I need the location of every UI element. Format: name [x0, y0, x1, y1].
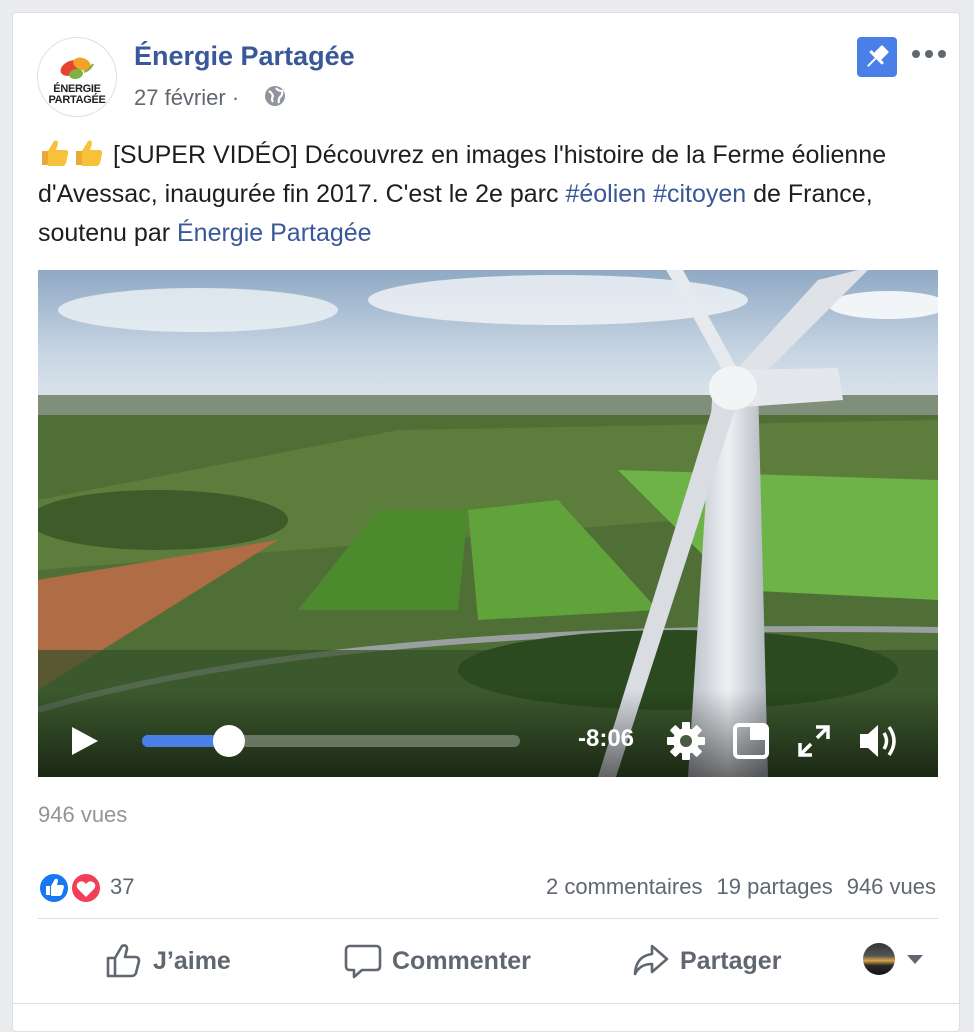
love-reaction-icon	[70, 872, 102, 904]
logo-text: ÉNERGIE PARTAGÉE	[48, 83, 106, 106]
page-name-link[interactable]: Énergie Partagée	[134, 41, 355, 72]
divider	[13, 1003, 959, 1004]
hashtag-citoyen[interactable]: #citoyen	[653, 180, 746, 208]
time-remaining: -8:06	[578, 725, 635, 752]
more-options-icon[interactable]	[911, 47, 947, 61]
progress-scrubber[interactable]	[212, 725, 245, 757]
play-icon[interactable]	[70, 725, 100, 757]
views-count: 946 vues	[846, 874, 936, 899]
settings-gear-icon[interactable]	[666, 721, 706, 761]
video-frame-wind-turbine	[38, 270, 938, 777]
actor-avatar	[863, 943, 895, 975]
video-player[interactable]: -8:06	[38, 270, 938, 777]
thumbs-up-emoji-icon	[42, 140, 69, 166]
post-card: ÉNERGIE PARTAGÉE Énergie Partagée 27 fév…	[12, 12, 960, 1032]
like-button[interactable]: J’aime	[105, 941, 231, 981]
fullscreen-icon[interactable]	[798, 725, 830, 757]
reactions-summary[interactable]	[38, 871, 108, 904]
chevron-down-icon	[907, 955, 923, 964]
page-avatar[interactable]: ÉNERGIE PARTAGÉE	[37, 37, 117, 117]
comments-count-link[interactable]: 2 commentaires	[546, 874, 703, 899]
hashtag-eolien[interactable]: #éolien	[565, 180, 646, 208]
engagement-stats: 2 commentaires 19 partages 946 vues	[532, 874, 936, 900]
share-button[interactable]: Partager	[632, 941, 781, 981]
video-controls: -8:06	[38, 705, 938, 777]
post-text: [SUPER VIDÉO] Découvrez en images l'hist…	[38, 136, 928, 253]
video-views: 946 vues	[38, 802, 128, 827]
like-reaction-icon	[38, 872, 70, 904]
picture-in-picture-icon[interactable]	[733, 723, 769, 759]
shares-count-link[interactable]: 19 partages	[717, 874, 833, 899]
thumbs-up-emoji-icon	[76, 140, 103, 166]
divider	[38, 918, 938, 919]
globe-icon	[265, 86, 285, 106]
progress-bar[interactable]	[138, 723, 528, 759]
reaction-count[interactable]: 37	[110, 874, 134, 900]
post-date[interactable]: 27 février ·	[134, 85, 239, 111]
comment-icon	[344, 944, 382, 979]
mention-energie-partagee[interactable]: Énergie Partagée	[177, 219, 372, 247]
pin-button[interactable]	[857, 37, 897, 77]
actor-selector[interactable]	[863, 943, 927, 975]
share-arrow-icon	[633, 944, 669, 976]
comment-button[interactable]: Commenter	[344, 941, 531, 981]
volume-icon[interactable]	[858, 721, 900, 761]
pin-icon	[867, 45, 889, 67]
thumbs-up-icon	[106, 944, 141, 978]
